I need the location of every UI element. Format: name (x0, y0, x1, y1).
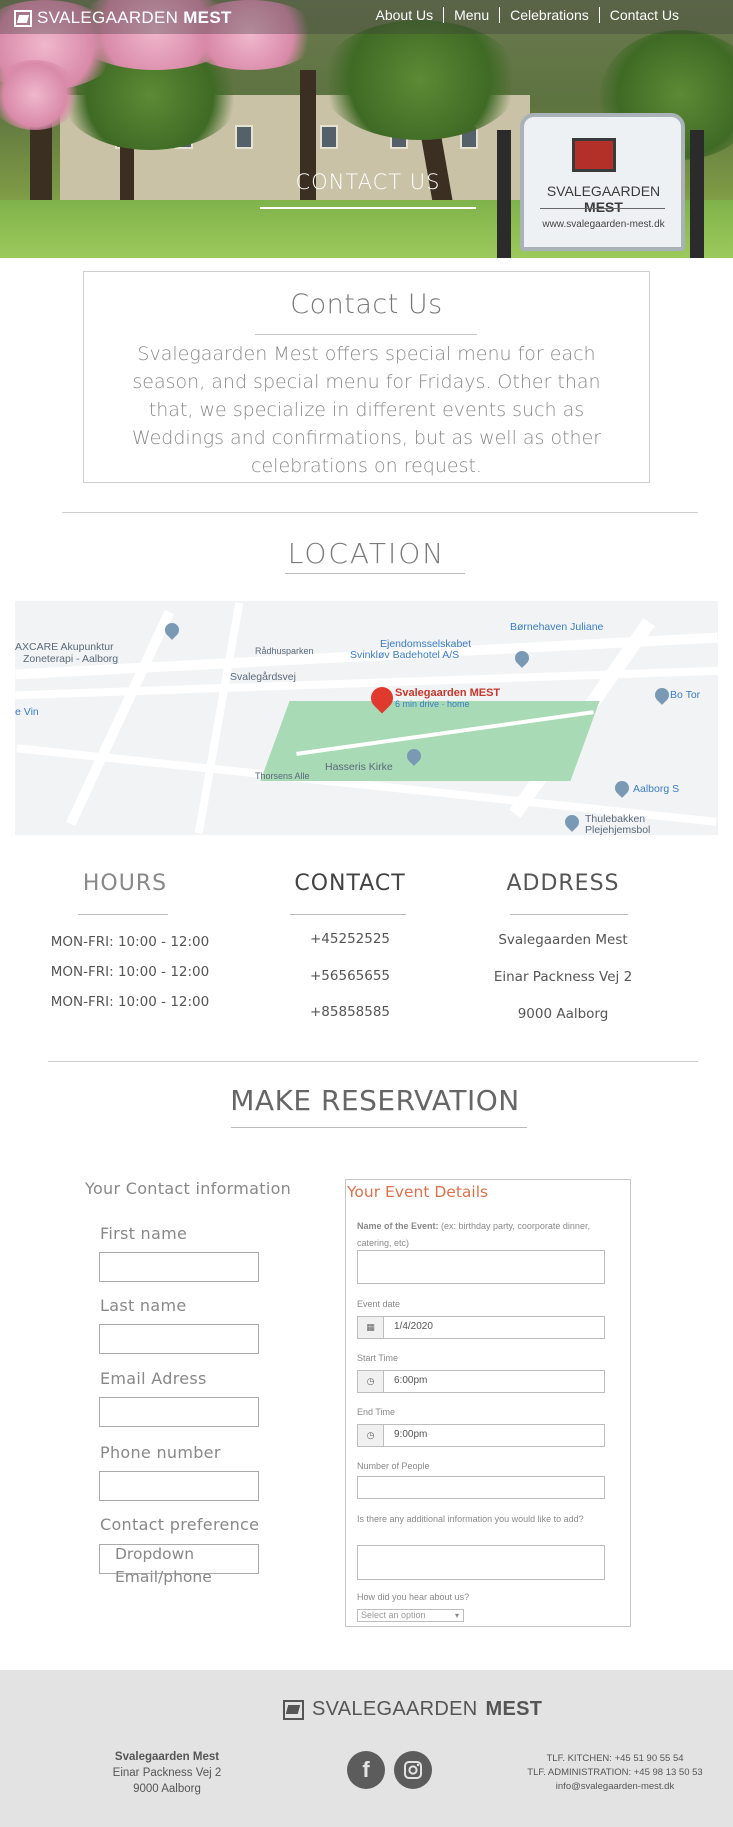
hours-title: HOURS (82, 871, 168, 896)
main-nav: About Us Menu Celebrations Contact Us (366, 7, 689, 23)
hero-title-underline (260, 207, 476, 209)
footer-logo[interactable]: SVALEGAARDEN MEST (283, 1698, 542, 1721)
instagram-icon[interactable] (394, 1751, 432, 1789)
address-line: Einar Packness Vej 2 (493, 969, 633, 985)
phone-input[interactable] (99, 1471, 259, 1501)
footer-email[interactable]: info@svalegaarden-mest.dk (515, 1781, 715, 1792)
map-label: Plejehjemsbol (585, 824, 651, 835)
map-label: Svalegårdsvej (230, 671, 296, 683)
first-name-label: First name (100, 1224, 188, 1243)
map-pin-sublabel: 6 min drive · home (395, 699, 470, 709)
sign-url: www.svalegaarden-mest.dk (542, 219, 665, 230)
contact-phone[interactable]: +45252525 (270, 931, 430, 947)
last-name-label: Last name (100, 1296, 187, 1315)
nav-item-menu[interactable]: Menu (444, 7, 501, 23)
hours-line: MON-FRI: 10:00 - 12:00 (50, 994, 210, 1010)
nav-item-celebrations[interactable]: Celebrations (500, 7, 600, 23)
email-input[interactable] (99, 1397, 259, 1427)
contact-preference-value: Dropdown Email/phone (115, 1545, 212, 1586)
phone-label: Phone number (100, 1443, 221, 1462)
people-label: Number of People (357, 1461, 430, 1471)
footer (0, 1670, 733, 1827)
map-label: Thorsens Alle (255, 771, 310, 781)
footer-contact-line: TLF. KITCHEN: +45 51 90 55 54 (546, 1753, 684, 1764)
additional-info-textarea[interactable] (357, 1545, 605, 1580)
email-label: Email Adress (100, 1369, 207, 1388)
sign-logo-icon (572, 138, 616, 172)
map-label: Zoneterapi - Aalborg (23, 653, 119, 665)
address-line: 9000 Aalborg (517, 1006, 609, 1022)
map-label: Hasseris Kirke (325, 761, 393, 773)
sign-name-text: SVALEGAARDEN (546, 183, 661, 199)
hours-line: MON-FRI: 10:00 - 12:00 (50, 964, 210, 980)
footer-address-line: Einar Packness Vej 2 (112, 1767, 222, 1779)
clock-icon: ◷ (358, 1425, 384, 1446)
map-label: Bo Tor (670, 689, 701, 701)
hear-about-label: How did you hear about us? (357, 1592, 470, 1602)
event-name-textarea[interactable] (357, 1250, 605, 1284)
footer-address-line: 9000 Aalborg (133, 1783, 201, 1795)
map-pin-label: Svalegaarden MEST (395, 687, 501, 699)
intro-title: Contact Us (290, 289, 443, 320)
contact-form-heading: Your Contact information (85, 1179, 292, 1198)
map-label: Børnehaven Juliane (510, 621, 604, 633)
calendar-icon: ▦ (358, 1317, 384, 1338)
intro-title-underline (255, 334, 477, 335)
intro-text: Svalegaarden Mest offers special menu fo… (131, 343, 602, 477)
hero-banner: SVALEGAARDEN MEST About Us Menu Celebrat… (0, 0, 733, 258)
additional-info-label: Is there any additional information you … (357, 1514, 584, 1524)
map-label: e Vin (15, 706, 39, 718)
restaurant-sign (520, 113, 685, 251)
address-title: ADDRESS (506, 871, 620, 896)
nav-item-contact-us[interactable]: Contact Us (600, 7, 689, 23)
map-label: Rådhusparken (255, 646, 314, 656)
logo-text: SVALEGAARDEN (37, 8, 179, 27)
logo-icon (14, 9, 32, 27)
logo-icon (283, 1699, 304, 1720)
event-date-label: Event date (357, 1299, 401, 1309)
location-map[interactable]: Børnehaven Juliane AXCARE Akupunktur Zon… (15, 601, 718, 835)
map-label: Aalborg S (633, 783, 680, 795)
end-time-label: End Time (357, 1407, 396, 1417)
event-form-heading: Your Event Details (347, 1183, 489, 1201)
divider (48, 1061, 698, 1062)
contact-phone[interactable]: +85858585 (270, 1004, 430, 1020)
first-name-input[interactable] (99, 1252, 259, 1282)
address-line: Svalegaarden Mest (498, 932, 628, 948)
last-name-input[interactable] (99, 1324, 259, 1354)
end-time-value: 9:00pm (394, 1429, 428, 1440)
map-label: AXCARE Akupunktur (15, 641, 114, 653)
sign-name: SVALEGAARDEN MEST (526, 183, 681, 215)
divider (62, 512, 698, 513)
hours-line: MON-FRI: 10:00 - 12:00 (50, 934, 210, 950)
event-date-value: 1/4/2020 (394, 1321, 433, 1332)
start-time-label: Start Time (357, 1353, 399, 1363)
contact-preference-label: Contact preference (100, 1515, 260, 1534)
logo-text-bold: MEST (183, 8, 232, 27)
contact-title: CONTACT (294, 871, 406, 896)
map-label: Svinkløv Badehotel A/S (350, 649, 460, 661)
start-time-value: 6:00pm (394, 1375, 428, 1386)
reservation-title: MAKE RESERVATION (230, 1084, 520, 1117)
hear-about-select[interactable]: Select an option (357, 1609, 464, 1622)
reservation-title-underline (231, 1127, 527, 1128)
nav-item-about-us[interactable]: About Us (366, 7, 445, 23)
people-input[interactable] (357, 1476, 605, 1499)
location-title: LOCATION (287, 537, 446, 570)
footer-address-line: Svalegaarden Mest (114, 1751, 220, 1763)
footer-contact-line: TLF. ADMINISTRATION: +45 98 13 50 53 (527, 1767, 703, 1778)
footer-logo-text: SVALEGAARDEN (312, 1698, 478, 1720)
header-logo[interactable]: SVALEGAARDEN MEST (14, 8, 232, 28)
footer-logo-bold: MEST (485, 1698, 543, 1720)
sign-name-bold: MEST (584, 199, 623, 215)
event-name-label-text: Name of the Event: (357, 1221, 439, 1231)
location-title-underline (285, 573, 465, 574)
event-name-label: Name of the Event: (ex: birthday party, … (357, 1218, 597, 1252)
contact-phone[interactable]: +56565655 (270, 968, 430, 984)
hero-title: CONTACT US (295, 170, 441, 194)
facebook-icon[interactable]: f (347, 1751, 385, 1789)
clock-icon: ◷ (358, 1371, 384, 1392)
